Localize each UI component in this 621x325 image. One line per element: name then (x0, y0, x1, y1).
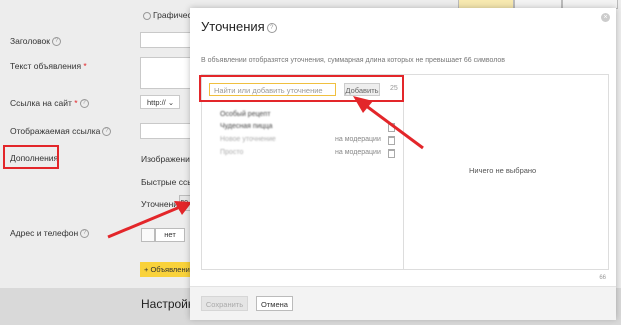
refinements-modal: Уточнения? × В объявлении отобразятся ут… (190, 8, 616, 320)
annotation-box-extras (3, 145, 59, 169)
headline-label: Заголовок? (10, 36, 61, 47)
protocol-select[interactable]: http:// ⌄ (140, 95, 180, 109)
chevron-down-icon: ⌄ (167, 98, 175, 107)
ad-text-label: Текст объявления * (10, 61, 87, 71)
help-icon[interactable]: ? (266, 22, 277, 33)
list-item-name: Просто (220, 149, 244, 156)
help-icon[interactable]: ? (79, 99, 89, 109)
site-link-label: Ссылка на сайт *? (10, 98, 89, 109)
display-link-input[interactable] (140, 123, 192, 139)
save-button[interactable]: Сохранить (201, 296, 248, 311)
modal-title: Уточнения? (201, 19, 277, 34)
headline-input[interactable] (140, 32, 192, 48)
radio-icon (143, 11, 151, 20)
annotation-arrow-left (107, 201, 192, 239)
annotation-arrow-right (353, 96, 424, 150)
ad-text-input[interactable] (140, 57, 192, 89)
modal-footer: Сохранить Отмена (190, 286, 616, 320)
list-item-name: Особый рецепт (220, 111, 271, 118)
display-link-label: Отображаемая ссылка? (10, 126, 112, 137)
close-icon[interactable]: × (601, 13, 610, 22)
modal-description: В объявлении отобразятся уточнения, сумм… (201, 57, 506, 64)
address-phone-label: Адрес и телефон? (10, 228, 90, 239)
list-item-name: Новое уточнение (220, 136, 276, 143)
empty-state-text: Ничего не выбрано (469, 166, 537, 175)
settings-heading: Настройк (141, 297, 194, 311)
cancel-button[interactable]: Отмена (256, 296, 293, 311)
list-item-name: Чудесная пицца (220, 123, 273, 130)
help-icon[interactable]: ? (102, 127, 112, 137)
help-icon[interactable]: ? (51, 37, 61, 47)
help-icon[interactable]: ? (80, 229, 90, 239)
corner-counter: 66 (599, 275, 606, 281)
images-label: Изображения (141, 154, 195, 164)
